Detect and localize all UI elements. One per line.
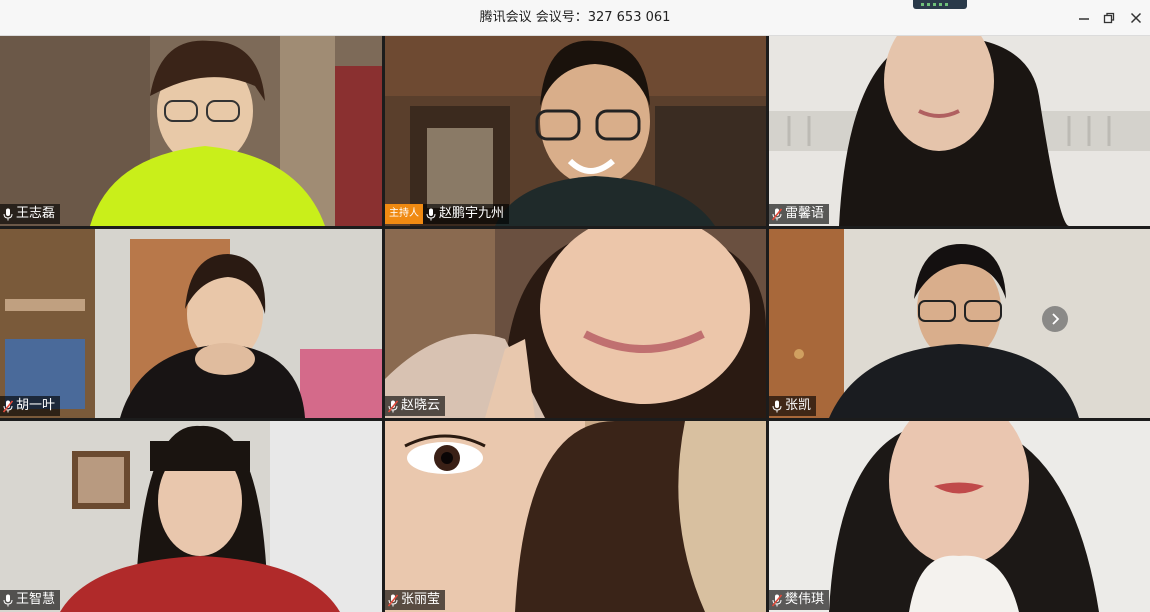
participant-name-bar: 樊伟琪: [769, 590, 830, 610]
participant-video: [385, 421, 766, 612]
restore-icon[interactable]: [1099, 8, 1119, 28]
mic-icon: [426, 208, 436, 220]
participant-name: 张丽莹: [401, 592, 441, 607]
title-bar: 腾讯会议 会议号：327 653 061: [0, 0, 1150, 36]
video-tile[interactable]: 张凯: [769, 229, 1150, 418]
video-tile[interactable]: 张丽莹: [385, 421, 766, 612]
participant-name-bar: 雷馨语: [769, 204, 830, 224]
participant-name: 雷馨语: [785, 206, 825, 221]
mic-muted-icon: [3, 399, 13, 413]
participant-label: 王志磊: [0, 204, 61, 224]
window-title: 腾讯会议 会议号：327 653 061: [479, 10, 671, 25]
participant-name: 赵鹏宇九州: [439, 206, 505, 221]
video-tile[interactable]: 雷馨语: [769, 36, 1150, 226]
participant-label: 樊伟琪: [769, 590, 830, 610]
video-tile[interactable]: 赵晓云: [385, 229, 766, 418]
participant-label: 王智慧: [0, 590, 61, 610]
participant-name-bar: 胡一叶: [0, 396, 61, 416]
participant-video: [385, 36, 766, 226]
participant-video: [769, 36, 1150, 226]
mic-muted-icon: [388, 399, 398, 413]
video-tile[interactable]: 胡一叶: [0, 229, 382, 418]
mic-muted-icon: [772, 207, 782, 221]
participant-name-bar: 张凯: [769, 396, 817, 416]
participant-name: 王志磊: [16, 206, 56, 221]
video-tile[interactable]: 王志磊: [0, 36, 382, 226]
mic-muted-icon: [772, 593, 782, 607]
host-badge: 主持人: [385, 204, 423, 224]
participant-label: 赵晓云: [385, 396, 446, 416]
video-tile[interactable]: 王智慧: [0, 421, 382, 612]
participant-label: 胡一叶: [0, 396, 61, 416]
next-page-button[interactable]: [1042, 306, 1068, 332]
participant-name-bar: 王智慧: [0, 590, 61, 610]
participant-label: 张丽莹: [385, 590, 446, 610]
participant-video: [0, 36, 382, 226]
video-tile[interactable]: 樊伟琪: [769, 421, 1150, 612]
participant-video: [769, 421, 1150, 612]
participant-name: 张凯: [785, 398, 812, 413]
participant-name-bar: 主持人 赵鹏宇九州: [385, 204, 510, 224]
mic-icon: [3, 208, 13, 220]
participant-label: 张凯: [769, 396, 817, 416]
mic-icon: [772, 400, 782, 412]
mic-muted-icon: [388, 593, 398, 607]
participant-name-bar: 张丽莹: [385, 590, 446, 610]
video-grid: 王志磊 主持人 赵鹏宇九州 雷馨语 胡一叶 赵晓云 张凯 王智慧 张丽莹 樊伟琪: [0, 36, 1150, 612]
participant-video: [769, 229, 1150, 418]
participant-name: 赵晓云: [401, 398, 441, 413]
participant-name: 王智慧: [16, 592, 56, 607]
participant-name: 胡一叶: [16, 398, 56, 413]
video-tile[interactable]: 主持人 赵鹏宇九州: [385, 36, 766, 226]
participant-name: 樊伟琪: [785, 592, 825, 607]
mic-icon: [3, 594, 13, 606]
close-icon[interactable]: [1126, 8, 1146, 28]
participant-name-bar: 赵晓云: [385, 396, 446, 416]
minimize-icon[interactable]: [1074, 8, 1094, 28]
participant-label: 赵鹏宇九州: [423, 204, 510, 224]
chevron-right-icon: [1052, 313, 1060, 325]
participant-video: [0, 421, 382, 612]
participant-label: 雷馨语: [769, 204, 830, 224]
participant-name-bar: 王志磊: [0, 204, 61, 224]
participant-video: [0, 229, 382, 418]
participant-video: [385, 229, 766, 418]
